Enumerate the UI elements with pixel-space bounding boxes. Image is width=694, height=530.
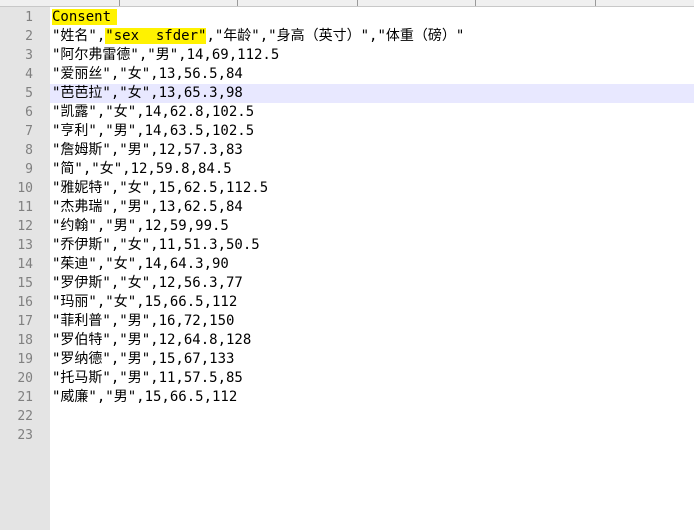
line-text: "罗纳德","男",15,67,133 [52, 350, 234, 369]
editor-line[interactable]: 20 "托马斯","男",11,57.5,85 [0, 369, 694, 388]
line-text-segment: "乔伊斯","女",11,51.3,50.5 [52, 237, 260, 253]
line-text: "茱迪","女",14,64.3,90 [52, 255, 229, 274]
line-text-segment: "托马斯","男",11,57.5,85 [52, 370, 243, 386]
line-text: "罗伯特","男",12,64.8,128 [52, 331, 251, 350]
line-text-segment: "阿尔弗雷德","男",14,69,112.5 [52, 47, 280, 63]
editor-line[interactable]: 12 "约翰","男",12,59,99.5 [0, 217, 694, 236]
editor-line[interactable]: 23 [0, 426, 694, 445]
editor-line[interactable]: 11 "杰弗瑞","男",13,62.5,84 [0, 198, 694, 217]
line-number: 14 [17, 257, 33, 272]
line-text-segment: "亨利","男",14,63.5,102.5 [52, 123, 255, 139]
line-text: "雅妮特","女",15,62.5,112.5 [52, 179, 268, 198]
tab-edge[interactable] [238, 0, 358, 6]
line-text-segment: "凯露","女",14,62.8,102.5 [52, 104, 255, 120]
line-number: 23 [17, 428, 33, 443]
editor-line[interactable]: 4 "爱丽丝","女",13,56.5,84 [0, 65, 694, 84]
line-number: 19 [17, 352, 33, 367]
text-editor: 1 Consent 2 "姓名","sex sfder","年龄","身高（英寸）",… [0, 0, 694, 530]
line-text: "阿尔弗雷德","男",14,69,112.5 [52, 46, 279, 65]
editor-line[interactable]: 2 "姓名","sex sfder","年龄","身高（英寸）","体重（磅）" [0, 27, 694, 46]
editor-line[interactable]: 17 "菲利普","男",16,72,150 [0, 312, 694, 331]
editor-line[interactable]: 1 Consent [0, 8, 694, 27]
editor-line[interactable]: 10 "雅妮特","女",15,62.5,112.5 [0, 179, 694, 198]
editor-line[interactable]: 16 "玛丽","女",15,66.5,112 [0, 293, 694, 312]
line-number: 2 [25, 29, 33, 44]
line-text-segment: "威廉","男",15,66.5,112 [52, 389, 238, 405]
line-number: 15 [17, 276, 33, 291]
line-text: "爱丽丝","女",13,56.5,84 [52, 65, 243, 84]
line-text-segment: "罗纳德","男",15,67,133 [52, 351, 235, 367]
line-number: 18 [17, 333, 33, 348]
tab-edge[interactable] [358, 0, 476, 6]
line-text-segment: "詹姆斯","男",12,57.3,83 [52, 142, 243, 158]
line-text: "詹姆斯","男",12,57.3,83 [52, 141, 243, 160]
line-text: "杰弗瑞","男",13,62.5,84 [52, 198, 243, 217]
line-text: "威廉","男",15,66.5,112 [52, 388, 237, 407]
line-text: "乔伊斯","女",11,51.3,50.5 [52, 236, 260, 255]
line-text: Consent [52, 8, 118, 27]
editor-line[interactable]: 19 "罗纳德","男",15,67,133 [0, 350, 694, 369]
line-number: 11 [17, 200, 33, 215]
line-text-segment: "玛丽","女",15,66.5,112 [52, 294, 238, 310]
line-text-segment: "简","女",12,59.8,84.5 [52, 161, 232, 177]
line-text: "菲利普","男",16,72,150 [52, 312, 234, 331]
editor-line[interactable]: 3 "阿尔弗雷德","男",14,69,112.5 [0, 46, 694, 65]
highlighted-text: "sex sfder" [105, 28, 207, 44]
line-text-segment: "约翰","男",12,59,99.5 [52, 218, 229, 234]
line-text: "亨利","男",14,63.5,102.5 [52, 122, 254, 141]
line-number: 21 [17, 390, 33, 405]
tab-edge[interactable] [476, 0, 596, 6]
line-text-segment: "芭芭拉","女",13,65.3,98 [52, 85, 243, 101]
line-number: 7 [25, 124, 33, 139]
line-text: "凯露","女",14,62.8,102.5 [52, 103, 254, 122]
line-text-segment: "姓名", [52, 28, 106, 44]
highlighted-text: Consent [52, 9, 118, 25]
line-text-segment: "爱丽丝","女",13,56.5,84 [52, 66, 243, 82]
editor-line[interactable]: 21 "威廉","男",15,66.5,112 [0, 388, 694, 407]
line-text-segment: "罗伯特","男",12,64.8,128 [52, 332, 252, 348]
line-text-segment: "菲利普","男",16,72,150 [52, 313, 235, 329]
line-text-segment: "杰弗瑞","男",13,62.5,84 [52, 199, 243, 215]
line-number: 8 [25, 143, 33, 158]
editor-line[interactable]: 14 "茱迪","女",14,64.3,90 [0, 255, 694, 274]
line-number: 13 [17, 238, 33, 253]
editor-line[interactable]: 6 "凯露","女",14,62.8,102.5 [0, 103, 694, 122]
line-number: 1 [25, 10, 33, 25]
editor-line[interactable]: 8 "詹姆斯","男",12,57.3,83 [0, 141, 694, 160]
line-text: "玛丽","女",15,66.5,112 [52, 293, 237, 312]
line-number: 10 [17, 181, 33, 196]
line-number: 22 [17, 409, 33, 424]
line-text-segment: "茱迪","女",14,64.3,90 [52, 256, 229, 272]
line-text-segment: ,"年龄","身高（英寸）","体重（磅）" [206, 28, 465, 44]
editor-line[interactable]: 5 "芭芭拉","女",13,65.3,98 [25, 84, 694, 103]
tab-strip [0, 0, 694, 7]
line-number: 6 [25, 105, 33, 120]
line-number: 12 [17, 219, 33, 234]
line-text-segment: "雅妮特","女",15,62.5,112.5 [52, 180, 269, 196]
line-text: "姓名","sex sfder","年龄","身高（英寸）","体重（磅）" [52, 27, 464, 46]
line-text: "罗伊斯","女",12,56.3,77 [52, 274, 243, 293]
line-number: 3 [25, 48, 33, 63]
editor-line[interactable]: 13 "乔伊斯","女",11,51.3,50.5 [0, 236, 694, 255]
editor-line[interactable]: 18 "罗伯特","男",12,64.8,128 [0, 331, 694, 350]
line-text-segment: "罗伊斯","女",12,56.3,77 [52, 275, 243, 291]
editor-line[interactable]: 15 "罗伊斯","女",12,56.3,77 [0, 274, 694, 293]
tab-edge[interactable] [120, 0, 238, 6]
line-number: 5 [25, 86, 33, 101]
line-number: 9 [25, 162, 33, 177]
line-number: 4 [25, 67, 33, 82]
line-text: "简","女",12,59.8,84.5 [52, 160, 232, 179]
line-number: 16 [17, 295, 33, 310]
editor-line[interactable]: 7 "亨利","男",14,63.5,102.5 [0, 122, 694, 141]
editor-line[interactable]: 9 "简","女",12,59.8,84.5 [0, 160, 694, 179]
line-number: 17 [17, 314, 33, 329]
line-number: 20 [17, 371, 33, 386]
tab-edge[interactable] [0, 0, 120, 6]
line-text: "约翰","男",12,59,99.5 [52, 217, 229, 236]
line-text: "芭芭拉","女",13,65.3,98 [52, 84, 243, 103]
line-text: "托马斯","男",11,57.5,85 [52, 369, 243, 388]
editor-line[interactable]: 22 [0, 407, 694, 426]
